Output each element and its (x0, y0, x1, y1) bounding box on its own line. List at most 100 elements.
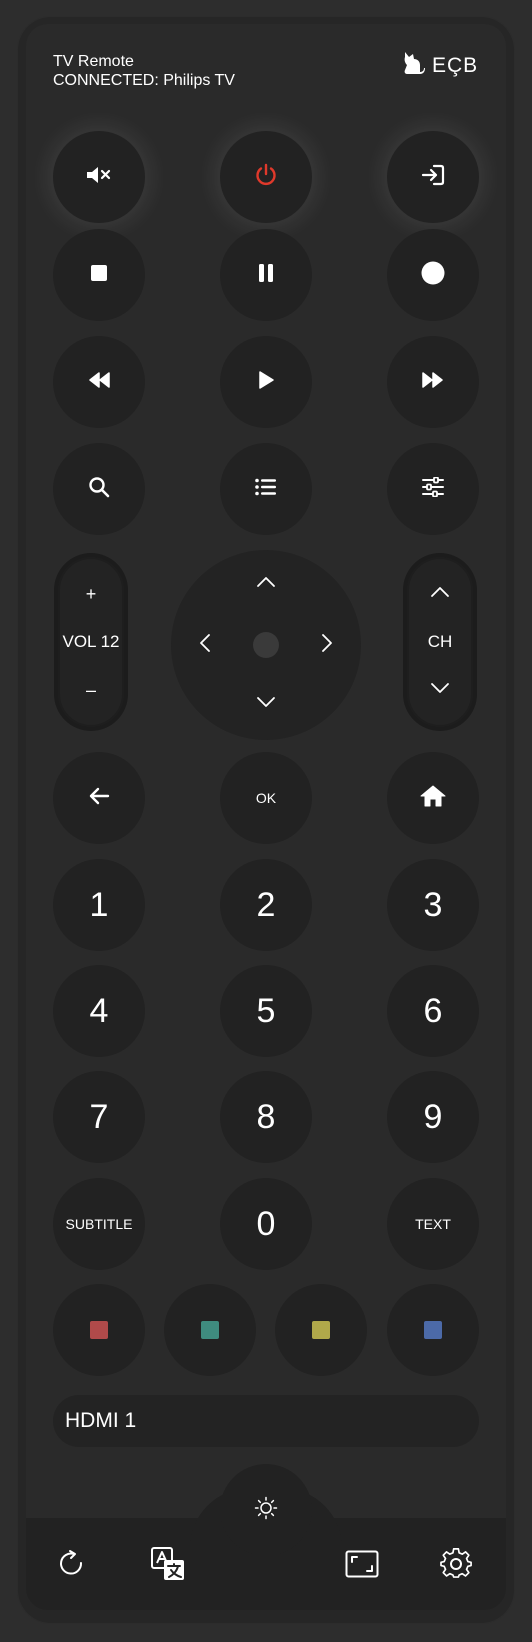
yellow-key-button[interactable] (275, 1284, 367, 1376)
number-1-button[interactable]: 1 (53, 859, 145, 951)
dpad (171, 550, 361, 740)
home-icon (420, 785, 446, 812)
power-icon (254, 163, 278, 192)
pause-button[interactable] (220, 229, 312, 321)
record-button[interactable] (387, 229, 479, 321)
green-key-button[interactable] (164, 1284, 256, 1376)
chevron-left-icon (199, 633, 211, 658)
subtitle-label: SUBTITLE (65, 1216, 133, 1232)
number-label: 4 (89, 991, 109, 1030)
chevron-up-icon (430, 585, 450, 603)
subtitle-button[interactable]: SUBTITLE (53, 1178, 145, 1270)
header: TV Remote CONNECTED: Philips TV (53, 52, 235, 90)
red-swatch (90, 1321, 108, 1339)
dpad-up-button[interactable] (244, 562, 288, 606)
mute-icon (86, 165, 112, 190)
dpad-down-button[interactable] (244, 682, 288, 726)
text-label: TEXT (415, 1216, 451, 1232)
number-label: 9 (423, 1097, 443, 1136)
dpad-right-button[interactable] (305, 623, 349, 667)
number-label: 3 (423, 885, 443, 924)
list-icon (255, 478, 277, 501)
refresh-icon (57, 1549, 87, 1584)
green-swatch (201, 1321, 219, 1339)
screen-format-button[interactable] (340, 1544, 384, 1588)
brightness-icon (254, 1496, 278, 1525)
number-8-button[interactable]: 8 (220, 1071, 312, 1163)
power-button[interactable] (220, 131, 312, 223)
number-3-button[interactable]: 3 (387, 859, 479, 951)
stop-button[interactable] (53, 229, 145, 321)
input-source-button[interactable] (387, 131, 479, 223)
input-source-icon (421, 164, 445, 191)
chevron-up-icon (256, 575, 276, 593)
number-9-button[interactable]: 9 (387, 1071, 479, 1163)
number-label: 2 (256, 885, 276, 924)
search-button[interactable] (53, 443, 145, 535)
screen-format-icon (345, 1550, 379, 1583)
sliders-icon (422, 476, 444, 502)
back-button[interactable] (53, 752, 145, 844)
pause-icon (258, 263, 274, 287)
stop-icon (91, 264, 107, 286)
ok-label: OK (255, 790, 277, 806)
channel-label: CH (427, 632, 453, 651)
volume-up-label: + (85, 583, 97, 604)
rewind-button[interactable] (53, 336, 145, 428)
channel-down-button[interactable] (420, 675, 460, 705)
app-title: TV Remote (53, 53, 134, 70)
fast-forward-button[interactable] (387, 336, 479, 428)
rewind-icon (88, 371, 110, 393)
chevron-right-icon (321, 633, 333, 658)
play-button[interactable] (220, 336, 312, 428)
list-button[interactable] (220, 443, 312, 535)
ok-button[interactable]: OK (220, 752, 312, 844)
number-label: 1 (89, 885, 109, 924)
number-0-button[interactable]: 0 (220, 1178, 312, 1270)
back-arrow-icon (88, 787, 110, 810)
channel-control: CH (407, 557, 473, 727)
volume-down-button[interactable]: – (71, 675, 111, 705)
record-icon (421, 261, 445, 290)
number-label: 8 (256, 1097, 276, 1136)
cat-icon (402, 50, 426, 82)
play-icon (258, 370, 274, 394)
translate-icon (150, 1546, 186, 1587)
dpad-left-button[interactable] (183, 623, 227, 667)
settings-icon (440, 1547, 472, 1585)
number-label: 6 (423, 991, 443, 1030)
blue-swatch (424, 1321, 442, 1339)
brightness-button[interactable] (220, 1464, 312, 1556)
channel-up-button[interactable] (420, 579, 460, 609)
number-5-button[interactable]: 5 (220, 965, 312, 1057)
volume-up-button[interactable]: + (71, 579, 111, 609)
volume-control: + VOL 12 – (58, 557, 124, 727)
search-icon (88, 476, 110, 503)
number-label: 7 (89, 1097, 109, 1136)
volume-level: VOL 12 (62, 632, 120, 651)
number-6-button[interactable]: 6 (387, 965, 479, 1057)
dpad-center-button[interactable] (253, 632, 279, 658)
sliders-button[interactable] (387, 443, 479, 535)
chevron-down-icon (430, 681, 450, 699)
input-source-selector[interactable]: HDMI 1 (53, 1395, 479, 1447)
number-label: 5 (256, 991, 276, 1030)
yellow-swatch (312, 1321, 330, 1339)
translate-button[interactable] (146, 1544, 190, 1588)
connection-status: CONNECTED: Philips TV (53, 72, 235, 89)
brand-text: EÇB (432, 54, 479, 77)
home-button[interactable] (387, 752, 479, 844)
text-button[interactable]: TEXT (387, 1178, 479, 1270)
number-4-button[interactable]: 4 (53, 965, 145, 1057)
mute-button[interactable] (53, 131, 145, 223)
number-label: 0 (256, 1204, 276, 1243)
fast-forward-icon (422, 371, 444, 393)
blue-key-button[interactable] (387, 1284, 479, 1376)
number-7-button[interactable]: 7 (53, 1071, 145, 1163)
number-2-button[interactable]: 2 (220, 859, 312, 951)
brand: EÇB (402, 50, 478, 82)
chevron-down-icon (256, 695, 276, 713)
refresh-button[interactable] (50, 1544, 94, 1588)
red-key-button[interactable] (53, 1284, 145, 1376)
settings-button[interactable] (434, 1544, 478, 1588)
